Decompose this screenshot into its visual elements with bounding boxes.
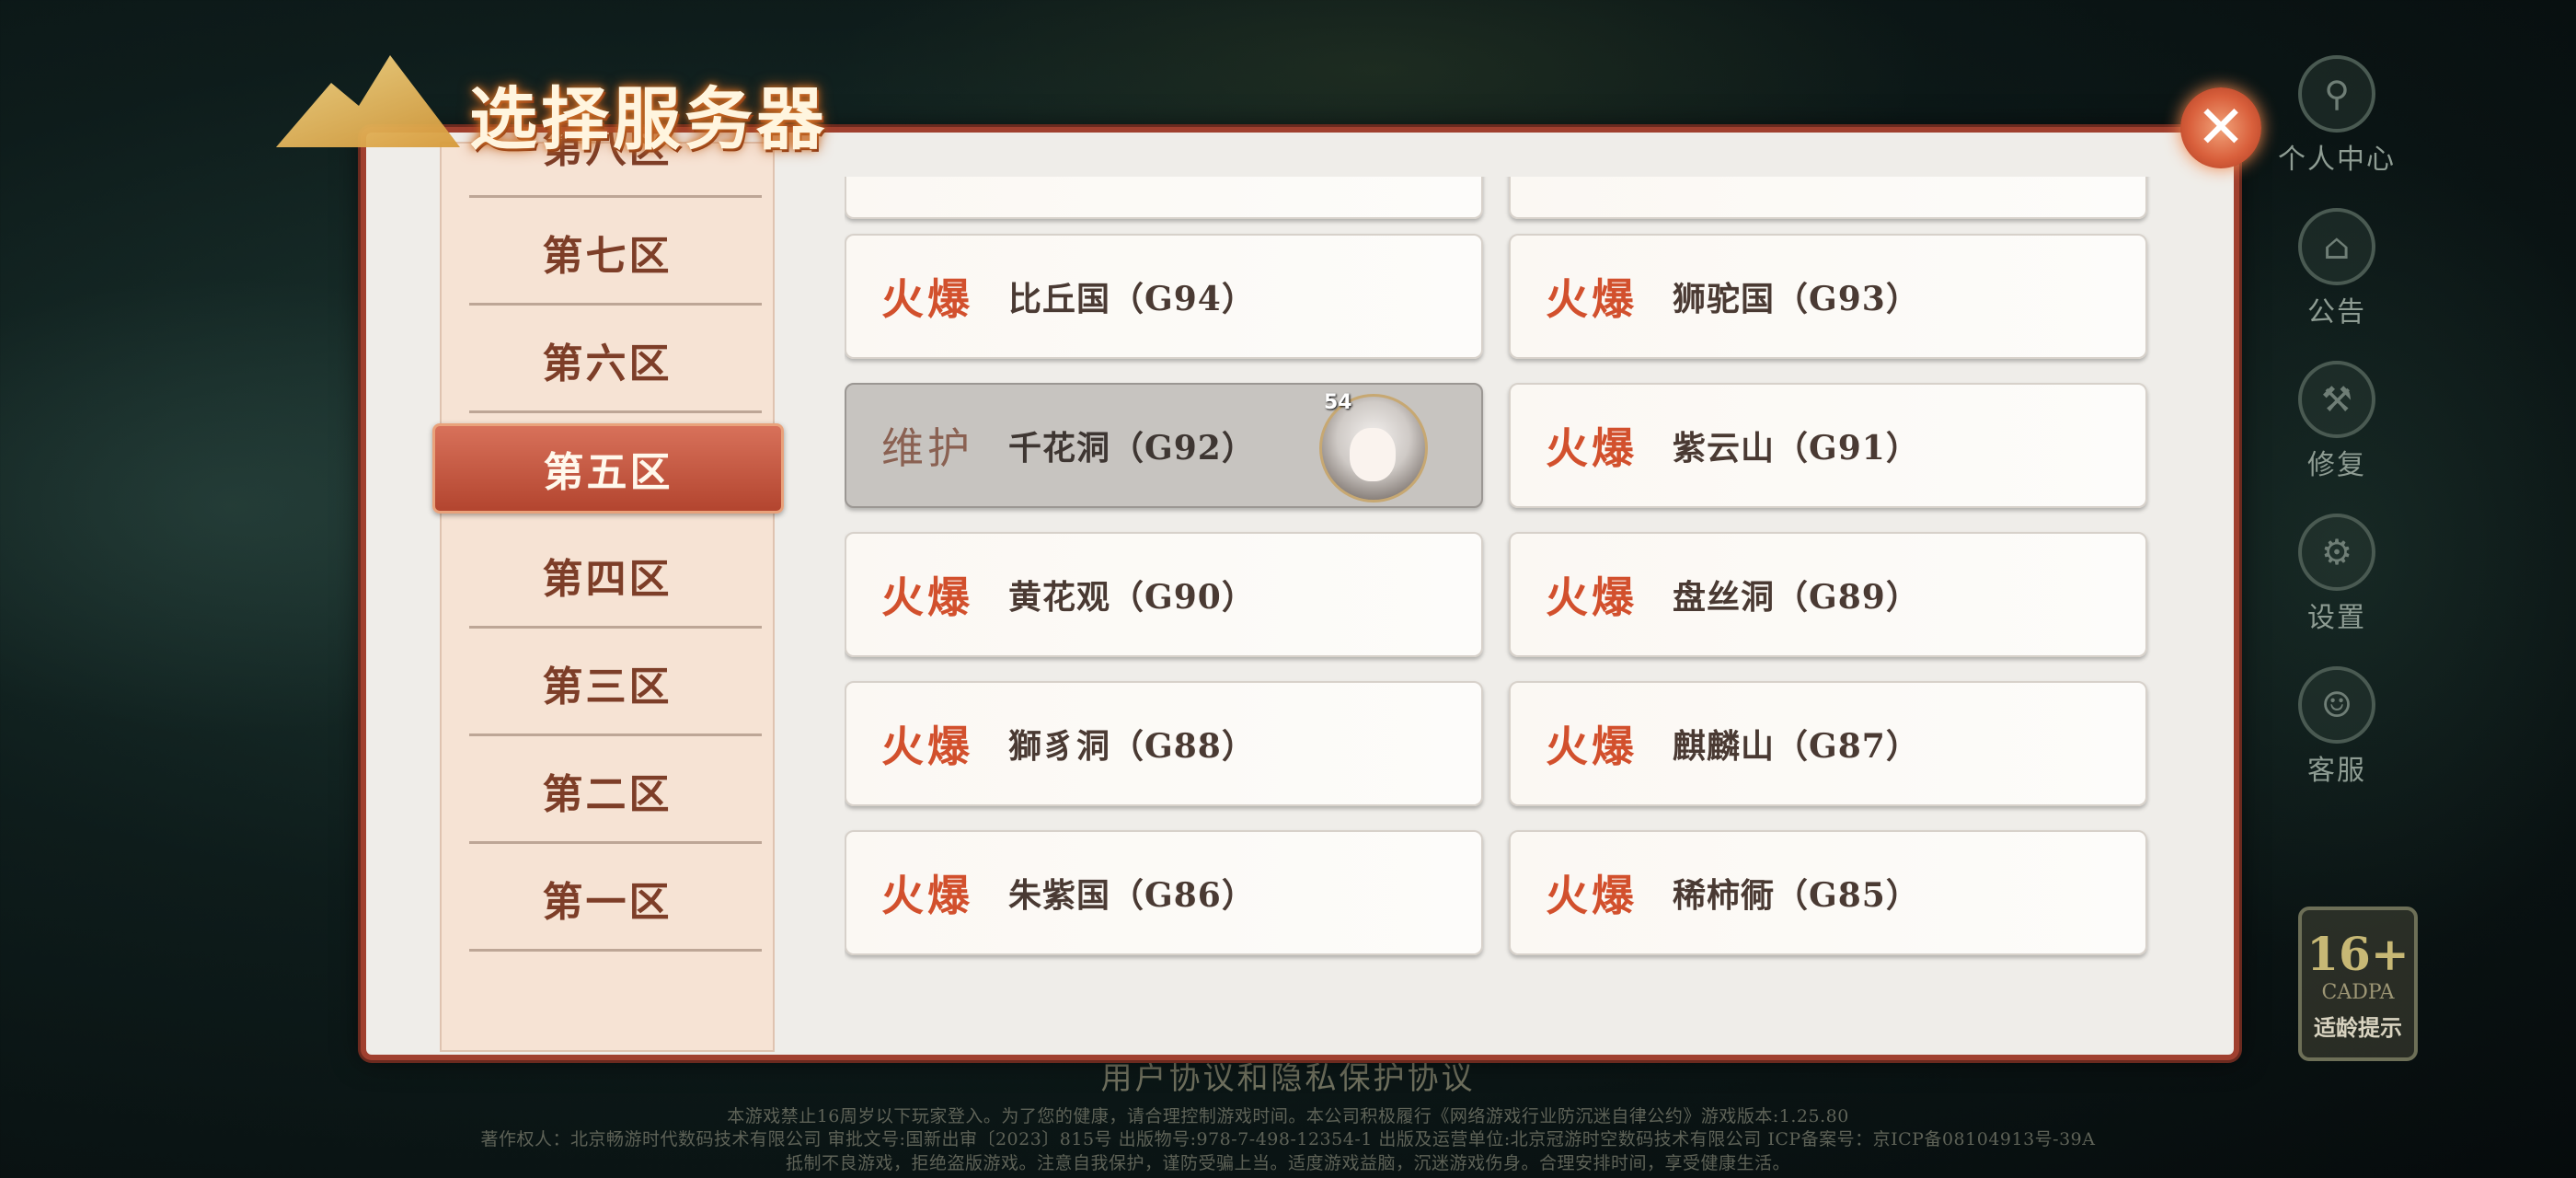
- side-item-notice[interactable]: ⌂ 公告: [2272, 208, 2401, 329]
- server-select-dialog: 第八区 第七区 第六区 第五区 第四区 第三区 第二区 第一区 火爆 比丘国（G…: [361, 127, 2239, 1060]
- repair-icon: ⚒: [2298, 361, 2375, 438]
- server-card-partial[interactable]: [1509, 177, 2147, 219]
- server-name: 朱紫国（G86）: [1008, 876, 1256, 915]
- zone-item[interactable]: 第二区: [442, 736, 773, 844]
- server-name: 紫云山（G91）: [1673, 429, 1920, 468]
- server-status: 火爆: [881, 722, 973, 771]
- server-card[interactable]: 火爆 紫云山（G91）: [1509, 383, 2147, 508]
- server-name: 盘丝洞（G89）: [1673, 578, 1920, 617]
- side-item-repair[interactable]: ⚒ 修复: [2272, 361, 2401, 482]
- side-item-label: 修复: [2307, 449, 2366, 481]
- server-status: 火爆: [881, 572, 973, 622]
- server-card[interactable]: 火爆 朱紫国（G86）: [845, 830, 1483, 955]
- server-card[interactable]: 火爆 麒麟山（G87）: [1509, 681, 2147, 806]
- avatar-face: [1350, 428, 1396, 481]
- age-rating-number: 16+: [2306, 926, 2409, 981]
- close-icon: ✕: [2196, 94, 2246, 162]
- age-rating-badge[interactable]: 16+ CADPA 适龄提示: [2298, 907, 2418, 1061]
- age-rating-org: CADPA: [2321, 980, 2395, 1004]
- server-status: 火爆: [881, 871, 973, 920]
- server-card[interactable]: 火爆 狮驼国（G93）: [1509, 234, 2147, 359]
- server-name: 黄花观（G90）: [1008, 578, 1256, 617]
- server-name: 麒麟山（G87）: [1673, 727, 1920, 766]
- server-name: 狮驼国（G93）: [1673, 280, 1920, 318]
- server-name: 稀柿衕（G85）: [1673, 876, 1920, 915]
- zone-item[interactable]: 第三区: [442, 629, 773, 736]
- server-status: 火爆: [1546, 423, 1638, 473]
- side-item-support[interactable]: ☺ 客服: [2272, 666, 2401, 788]
- server-status: 火爆: [1546, 274, 1638, 324]
- server-status: 火爆: [881, 274, 973, 324]
- side-item-label: 公告: [2307, 296, 2366, 329]
- server-card[interactable]: 火爆 比丘国（G94）: [845, 234, 1483, 359]
- footer-notice-line: 本游戏禁止16周岁以下玩家登入。为了您的健康，请合理控制游戏时间。本公司积极履行…: [727, 1106, 1849, 1126]
- server-card[interactable]: 火爆 獅豸洞（G88）: [845, 681, 1483, 806]
- side-menu: ⚲ 个人中心 ⌂ 公告 ⚒ 修复 ⚙ 设置 ☺ 客服: [2272, 55, 2401, 819]
- avatar-level: 54: [1324, 391, 1352, 414]
- side-item-label: 设置: [2307, 602, 2366, 634]
- dialog-title-plate: 选择服务器: [276, 28, 846, 159]
- server-name: 比丘国（G94）: [1008, 280, 1256, 318]
- server-status: 火爆: [1546, 572, 1638, 622]
- support-icon: ☺: [2298, 666, 2375, 744]
- server-list[interactable]: 火爆 比丘国（G94） 火爆 狮驼国（G93） 维护 千花洞（G92） 54 火…: [845, 177, 2151, 1051]
- gear-icon: ⚙: [2298, 514, 2375, 591]
- server-card-maintenance[interactable]: 维护 千花洞（G92） 54: [845, 383, 1483, 508]
- server-name: 獅豸洞（G88）: [1008, 727, 1256, 766]
- person-icon: ⚲: [2298, 55, 2375, 133]
- zone-item[interactable]: 第七区: [442, 198, 773, 306]
- zone-item[interactable]: 第四区: [442, 521, 773, 629]
- zone-item[interactable]: 第一区: [442, 844, 773, 952]
- server-card[interactable]: 火爆 盘丝洞（G89）: [1509, 532, 2147, 657]
- character-avatar: 54: [1319, 391, 1428, 502]
- mountain-icon: [276, 55, 460, 147]
- close-button[interactable]: ✕: [2180, 87, 2261, 168]
- side-item-profile[interactable]: ⚲ 个人中心: [2272, 55, 2401, 177]
- server-status: 火爆: [1546, 871, 1638, 920]
- server-card-partial[interactable]: [845, 177, 1483, 219]
- server-card[interactable]: 火爆 黄花观（G90）: [845, 532, 1483, 657]
- server-status: 维护: [881, 423, 973, 473]
- footer-health-line: 抵制不良游戏，拒绝盗版游戏。注意自我保护，谨防受骗上当。适度游戏益脑，沉迷游戏伤…: [785, 1153, 1790, 1173]
- server-name: 千花洞（G92）: [1008, 429, 1256, 468]
- side-item-label: 客服: [2307, 755, 2366, 787]
- side-item-settings[interactable]: ⚙ 设置: [2272, 514, 2401, 635]
- server-card[interactable]: 火爆 稀柿衕（G85）: [1509, 830, 2147, 955]
- footer-copyright-line: 著作权人：北京畅游时代数码技术有限公司 审批文号:国新出审〔2023〕815号 …: [480, 1129, 2096, 1149]
- age-rating-tip: 适龄提示: [2314, 1013, 2402, 1041]
- side-item-label: 个人中心: [2278, 144, 2396, 176]
- zone-item-selected[interactable]: 第五区: [432, 423, 784, 514]
- server-status: 火爆: [1546, 722, 1638, 771]
- notice-icon: ⌂: [2298, 208, 2375, 285]
- zone-list: 第八区 第七区 第六区 第五区 第四区 第三区 第二区 第一区: [432, 133, 784, 1052]
- zone-item[interactable]: 第六区: [442, 306, 773, 413]
- dialog-title: 选择服务器: [469, 80, 828, 159]
